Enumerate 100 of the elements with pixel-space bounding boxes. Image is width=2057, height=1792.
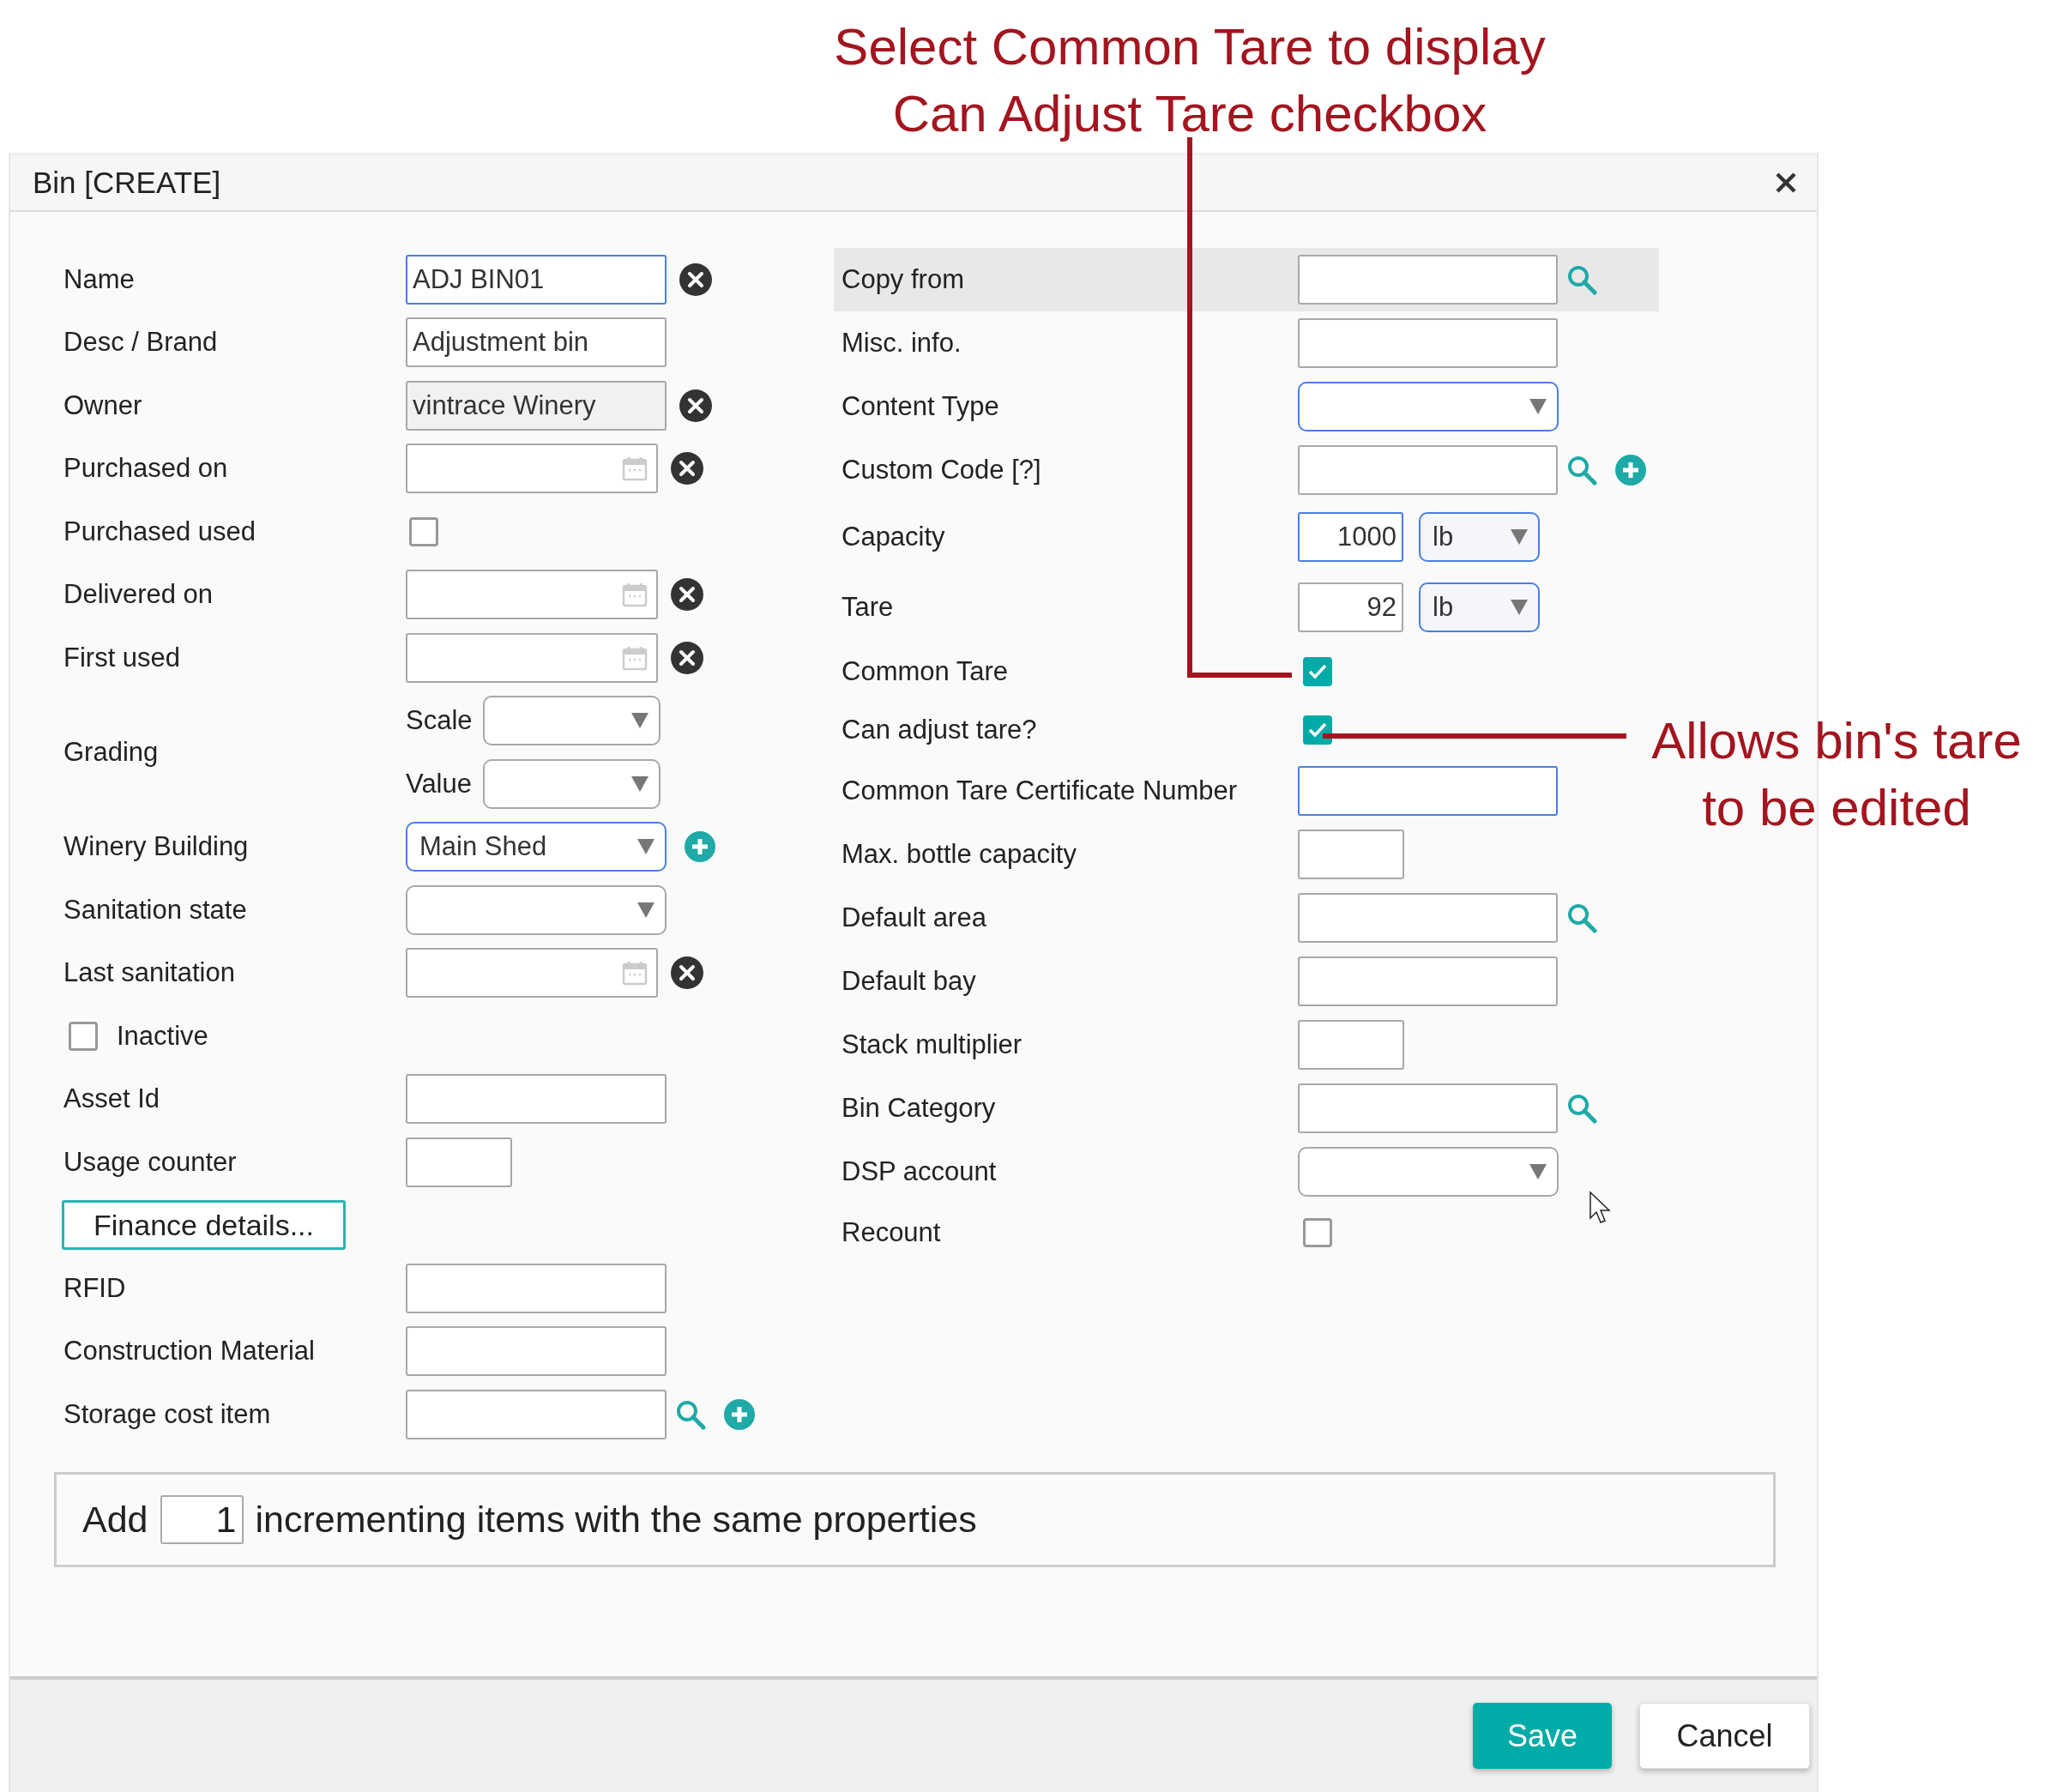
- field-label: Delivered on: [63, 579, 214, 611]
- add-icon[interactable]: [684, 830, 716, 864]
- field-label: Tare: [842, 592, 895, 623]
- calendar-icon[interactable]: [622, 582, 648, 608]
- number-field[interactable]: [1298, 1020, 1404, 1070]
- number-field[interactable]: [1298, 830, 1404, 879]
- text-field[interactable]: [1298, 318, 1558, 368]
- checkbox[interactable]: [1303, 1218, 1332, 1247]
- text-field[interactable]: [1298, 1083, 1558, 1133]
- window-title: Bin [CREATE]: [33, 166, 221, 200]
- text-field[interactable]: [1298, 766, 1558, 816]
- field-label: Sanitation state: [63, 894, 248, 926]
- number-field[interactable]: 92: [1298, 582, 1403, 632]
- dropdown[interactable]: lb: [1419, 512, 1540, 562]
- search-icon[interactable]: [1566, 902, 1597, 933]
- add-icon[interactable]: [723, 1397, 756, 1431]
- field-label: RFID: [63, 1272, 127, 1304]
- field-label: Winery Building: [63, 831, 250, 863]
- date-field[interactable]: [406, 443, 658, 494]
- close-icon[interactable]: [1774, 171, 1798, 195]
- checkbox[interactable]: [69, 1021, 98, 1051]
- field-label: Last sanitation: [63, 957, 236, 989]
- dropdown[interactable]: [483, 696, 661, 746]
- clear-icon[interactable]: [679, 388, 713, 423]
- search-icon[interactable]: [1566, 1093, 1597, 1124]
- field-label: Misc. info.: [842, 328, 962, 359]
- calendar-icon[interactable]: [622, 960, 648, 987]
- field-label: Owner: [63, 389, 143, 421]
- field-label: Construction Material: [63, 1336, 316, 1367]
- caret-icon: [631, 775, 648, 792]
- add-description: incrementing items with the same properties: [255, 1498, 977, 1541]
- text-field[interactable]: [1298, 893, 1558, 943]
- add-icon[interactable]: [1614, 454, 1647, 486]
- caret-icon: [631, 713, 648, 729]
- field-label: Usage counter: [63, 1146, 238, 1178]
- text-field[interactable]: [406, 1263, 667, 1313]
- field-label: Purchased used: [63, 516, 257, 547]
- number-field[interactable]: [406, 1137, 512, 1187]
- caret-icon: [1511, 600, 1528, 615]
- field-label: Content Type: [842, 391, 1000, 422]
- add-label: Add: [82, 1498, 148, 1541]
- text-field[interactable]: [1298, 255, 1558, 305]
- field-label: Value: [406, 768, 473, 799]
- field-label: Stack multiplier: [842, 1029, 1023, 1060]
- caret-icon: [637, 839, 654, 855]
- field-label: Can adjust tare?: [842, 715, 1038, 745]
- search-icon[interactable]: [675, 1398, 706, 1430]
- checkbox[interactable]: [1303, 715, 1332, 745]
- checkbox[interactable]: [1303, 657, 1332, 686]
- cancel-button[interactable]: Cancel: [1639, 1703, 1810, 1769]
- text-field[interactable]: [1298, 445, 1558, 495]
- field-label: First used: [63, 642, 182, 673]
- search-icon[interactable]: [1566, 264, 1597, 295]
- text-field[interactable]: [406, 1074, 667, 1125]
- clear-icon[interactable]: [670, 577, 704, 612]
- field-label: Grading: [63, 737, 160, 768]
- count-field[interactable]: 1: [160, 1494, 244, 1544]
- mouse-pointer-icon: [1589, 1191, 1613, 1225]
- dropdown[interactable]: lb: [1419, 582, 1540, 632]
- checkbox[interactable]: [409, 516, 438, 546]
- field-label: Capacity: [842, 522, 946, 552]
- date-field[interactable]: [406, 948, 658, 999]
- field-label: Inactive: [117, 1020, 209, 1052]
- text-field[interactable]: [406, 1389, 667, 1439]
- field-label: Scale: [406, 705, 474, 737]
- annotation-text: Allows bin's tare to be edited: [1650, 711, 2023, 838]
- field-label: Custom Code [?]: [842, 455, 1042, 486]
- dropdown[interactable]: [1298, 382, 1559, 431]
- field-label: Purchased on: [63, 453, 229, 485]
- text-field[interactable]: [406, 1326, 667, 1377]
- search-icon[interactable]: [1566, 455, 1597, 486]
- field-label: Default area: [842, 902, 987, 933]
- caret-icon: [1529, 399, 1547, 414]
- field-label: Common Tare Certificate Number: [842, 775, 1239, 806]
- dropdown[interactable]: [483, 758, 661, 809]
- calendar-icon[interactable]: [622, 456, 648, 482]
- field-label: Default bay: [842, 966, 977, 997]
- finance-details-button[interactable]: Finance details...: [62, 1200, 346, 1251]
- dropdown[interactable]: [1298, 1147, 1559, 1197]
- date-field[interactable]: [406, 632, 658, 683]
- field-label: Bin Category: [842, 1093, 997, 1124]
- dropdown[interactable]: [406, 884, 667, 935]
- calendar-icon[interactable]: [622, 644, 648, 671]
- text-field[interactable]: ADJ BIN01: [406, 254, 667, 305]
- dropdown[interactable]: Main Shed: [406, 822, 667, 872]
- field-label: Copy from: [842, 264, 965, 295]
- field-label: Storage cost item: [63, 1398, 272, 1430]
- clear-icon[interactable]: [679, 262, 713, 297]
- text-field[interactable]: Adjustment bin: [406, 317, 667, 368]
- field-label: Recount: [842, 1217, 942, 1248]
- caret-icon: [637, 902, 654, 918]
- date-field[interactable]: [406, 570, 658, 620]
- field-label: Name: [63, 263, 136, 295]
- annotation-text: Select Common Tare to display Can Adjust Tare checkbox: [833, 17, 1547, 144]
- clear-icon[interactable]: [670, 451, 704, 486]
- text-field[interactable]: [1298, 956, 1558, 1006]
- clear-icon[interactable]: [670, 956, 704, 991]
- number-field[interactable]: 1000: [1298, 512, 1403, 562]
- clear-icon[interactable]: [670, 640, 704, 675]
- field-label: DSP account: [842, 1156, 998, 1187]
